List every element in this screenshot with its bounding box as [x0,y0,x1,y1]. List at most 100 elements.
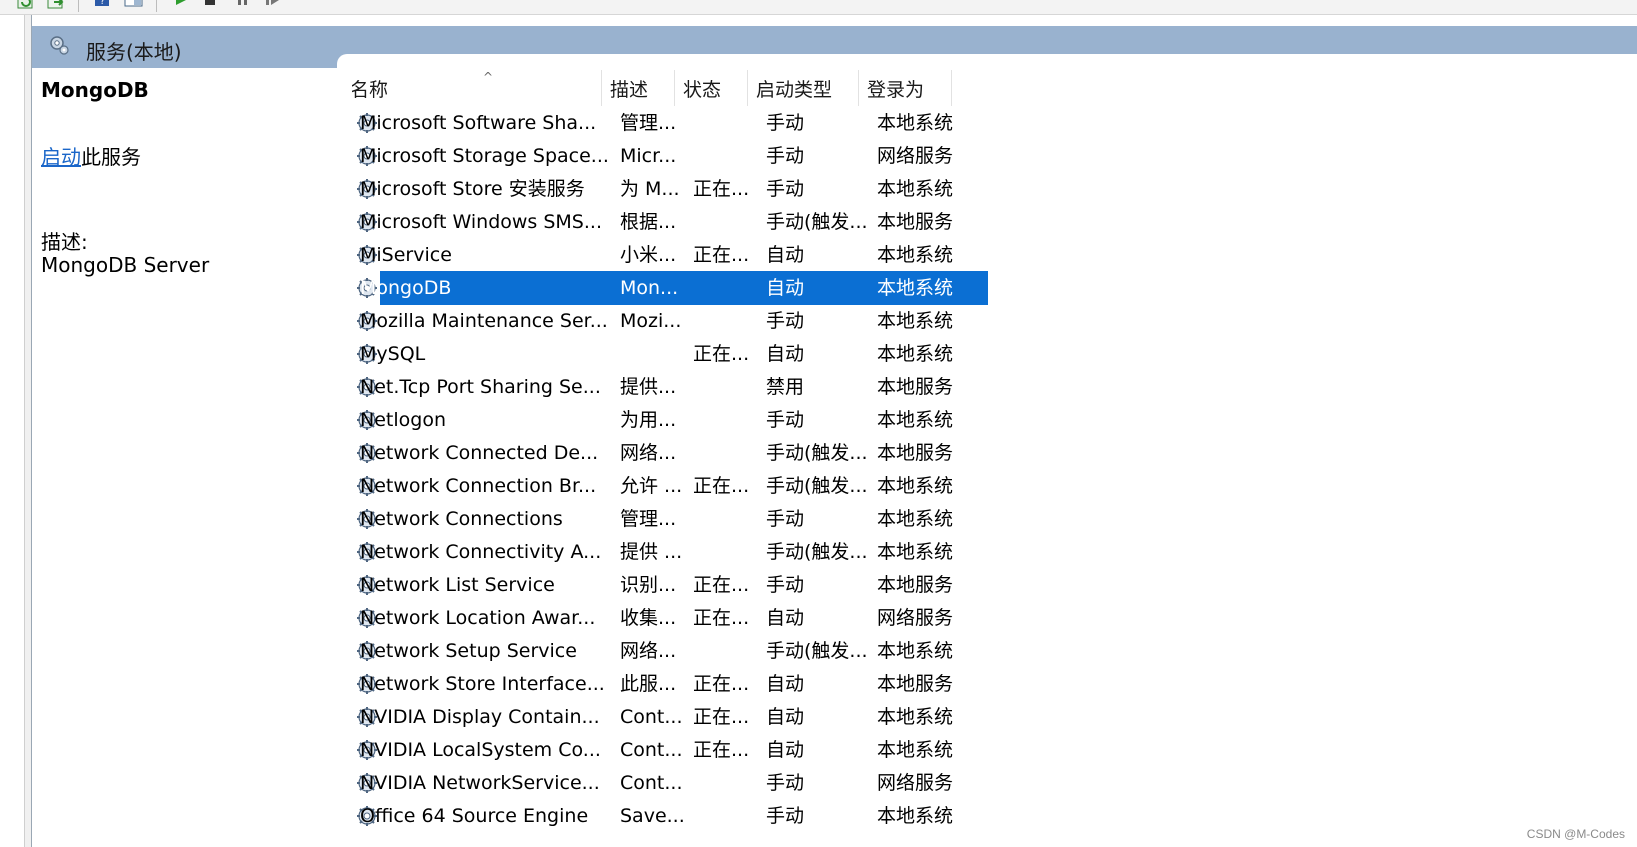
cell-status [693,799,763,833]
cell-name: Network Store Interface... [360,673,605,695]
table-row[interactable]: NVIDIA LocalSystem Co... Cont... 正在... 自动 本地… [352,733,992,767]
row-content[interactable]: NVIDIA NetworkService... Cont... 手动 网络服务 [360,766,988,800]
row-content[interactable]: Network Setup Service 网络... 手动(触发... 本地系统 [360,634,988,668]
table-row[interactable]: Network Connections 管理... 手动 本地系统 [352,502,992,536]
table-row[interactable]: Network Connected De... 网络... 手动(触发... 本地服务 [352,436,992,470]
cell-desc: 提供 ... [620,541,683,563]
table-row[interactable]: Office 64 Source Engine Save... 手动 本地系统 [352,799,992,833]
cell-status: 正在... [693,574,750,596]
column-header-name[interactable]: 名称 [352,70,602,106]
svg-text:?: ? [100,0,105,7]
column-header-startup-type[interactable]: 启动类型 [748,70,859,106]
row-content[interactable]: Mozilla Maintenance Ser... Mozi... 手动 本地系统 [360,304,988,338]
table-row[interactable]: Net.Tcp Port Sharing Se... 提供... 禁用 本地服务 [352,370,992,404]
start-service-link[interactable]: 启动 [41,145,81,169]
refresh-icon[interactable] [16,0,36,10]
row-content[interactable]: Network Connection Br... 允许 ... 正在... 手动(触发… [360,469,988,503]
cell-logon: 本地系统 [877,277,954,299]
table-row[interactable]: Microsoft Windows SMS... 根据... 手动(触发... 本地服… [352,205,992,239]
cell-logon: 本地系统 [877,541,954,563]
cell-name: MongoDB [360,277,452,299]
cell-desc: 网络... [620,640,677,662]
table-row[interactable]: Microsoft Storage Space... Micr... 手动 网络服务 [352,139,992,173]
row-content[interactable]: NVIDIA Display Contain... Cont... 正在... 自动 本… [360,700,988,734]
cell-logon: 本地服务 [877,376,954,398]
cell-startup: 手动(触发... [766,442,868,464]
table-row[interactable]: Network List Service 识别... 正在... 手动 本地服务 [352,568,992,602]
table-row[interactable]: Network Setup Service 网络... 手动(触发... 本地系统 [352,634,992,668]
console-tree-edge [0,15,25,847]
table-row[interactable]: Network Store Interface... 此服... 正在... 自动 本地… [352,667,992,701]
table-row[interactable]: Netlogon 为用... 手动 本地系统 [352,403,992,437]
table-row[interactable]: Microsoft Store 安装服务 为 M... 正在... 手动 本地系统 [352,172,992,206]
row-content[interactable]: Network Connections 管理... 手动 本地系统 [360,502,988,536]
cell-name: Network Connectivity A... [360,541,602,563]
row-content[interactable]: Office 64 Source Engine Save... 手动 本地系统 [360,799,988,833]
pane-splitter[interactable] [25,15,32,847]
cell-logon: 本地系统 [877,805,954,827]
table-row[interactable]: MySQL 正在... 自动 本地系统 [352,337,992,371]
row-content[interactable]: Network List Service 识别... 正在... 手动 本地服务 [360,568,988,602]
help-icon[interactable]: ? [92,0,112,10]
row-content[interactable]: Microsoft Store 安装服务 为 M... 正在... 手动 本地系统 [360,172,988,206]
cell-status: 正在... [693,673,750,695]
cell-startup: 手动 [766,772,805,794]
table-row[interactable]: Network Connectivity A... 提供 ... 手动(触发... 本… [352,535,992,569]
stop-service-icon[interactable] [201,0,221,10]
cell-desc: 此服... [620,673,677,695]
cell-logon: 本地系统 [877,640,954,662]
cell-logon: 网络服务 [877,145,954,167]
cell-name: Office 64 Source Engine [360,805,589,827]
cell-desc: 为 M... [620,178,680,200]
cell-status [693,766,763,800]
row-content[interactable]: MiService 小米... 正在... 自动 本地系统 [360,238,988,272]
cell-startup: 手动 [766,409,805,431]
cell-startup: 自动 [766,706,805,728]
pause-service-icon[interactable] [233,0,253,10]
row-content[interactable]: Microsoft Windows SMS... 根据... 手动(触发... 本地服… [360,205,988,239]
column-header-description[interactable]: 描述 [602,70,675,106]
table-row[interactable]: Network Connection Br... 允许 ... 正在... 手动(触发… [352,469,992,503]
row-content[interactable]: NVIDIA LocalSystem Co... Cont... 正在... 自动 本地… [360,733,988,767]
cell-logon: 本地系统 [877,409,954,431]
toolbar-separator [156,0,157,12]
row-content[interactable]: Network Connectivity A... 提供 ... 手动(触发... 本… [360,535,988,569]
table-row[interactable]: Microsoft Software Sha... 管理... 手动 本地系统 [352,106,992,140]
row-content[interactable]: Microsoft Storage Space... Micr... 手动 网络服务 [360,139,988,173]
start-service-icon[interactable] [171,0,191,10]
row-content[interactable]: Netlogon 为用... 手动 本地系统 [360,403,988,437]
show-hide-pane-icon[interactable] [124,0,144,10]
column-header-logon[interactable]: 登录为 [859,70,952,106]
cell-desc: 管理... [620,508,677,530]
row-content[interactable]: MongoDB Mon... 自动 本地系统 [360,271,988,305]
table-row[interactable]: MongoDB Mon... 自动 本地系统 [352,271,992,305]
cell-name: Network Location Awar... [360,607,596,629]
cell-status [693,106,763,140]
table-row[interactable]: Network Location Awar... 收集... 正在... 自动 网络服务 [352,601,992,635]
restart-service-icon[interactable] [263,0,283,10]
column-header-status[interactable]: 状态 [675,70,748,106]
start-service-suffix: 此服务 [81,145,141,169]
export-list-icon[interactable] [46,0,66,10]
cell-desc: 网络... [620,442,677,464]
cell-logon: 本地服务 [877,442,954,464]
table-row[interactable]: MiService 小米... 正在... 自动 本地系统 [352,238,992,272]
row-content[interactable]: Network Connected De... 网络... 手动(触发... 本地服务 [360,436,988,470]
table-row[interactable]: NVIDIA NetworkService... Cont... 手动 网络服务 [352,766,992,800]
sort-ascending-icon: ^ [483,70,494,84]
table-row[interactable]: Mozilla Maintenance Ser... Mozi... 手动 本地系统 [352,304,992,338]
cell-desc: 根据... [620,211,677,233]
row-content[interactable]: MySQL 正在... 自动 本地系统 [360,337,988,371]
cell-desc: Mon... [620,277,679,299]
description-label: 描述: [41,230,88,254]
cell-startup: 手动(触发... [766,640,868,662]
cell-name: Microsoft Software Sha... [360,112,597,134]
cell-name: Network List Service [360,574,555,596]
selected-service-title: MongoDB [41,78,149,102]
table-row[interactable]: NVIDIA Display Contain... Cont... 正在... 自动 本… [352,700,992,734]
cell-startup: 手动 [766,805,805,827]
row-content[interactable]: Network Store Interface... 此服... 正在... 自动 本地… [360,667,988,701]
row-content[interactable]: Microsoft Software Sha... 管理... 手动 本地系统 [360,106,988,140]
row-content[interactable]: Network Location Awar... 收集... 正在... 自动 网络服务 [360,601,988,635]
row-content[interactable]: Net.Tcp Port Sharing Se... 提供... 禁用 本地服务 [360,370,988,404]
